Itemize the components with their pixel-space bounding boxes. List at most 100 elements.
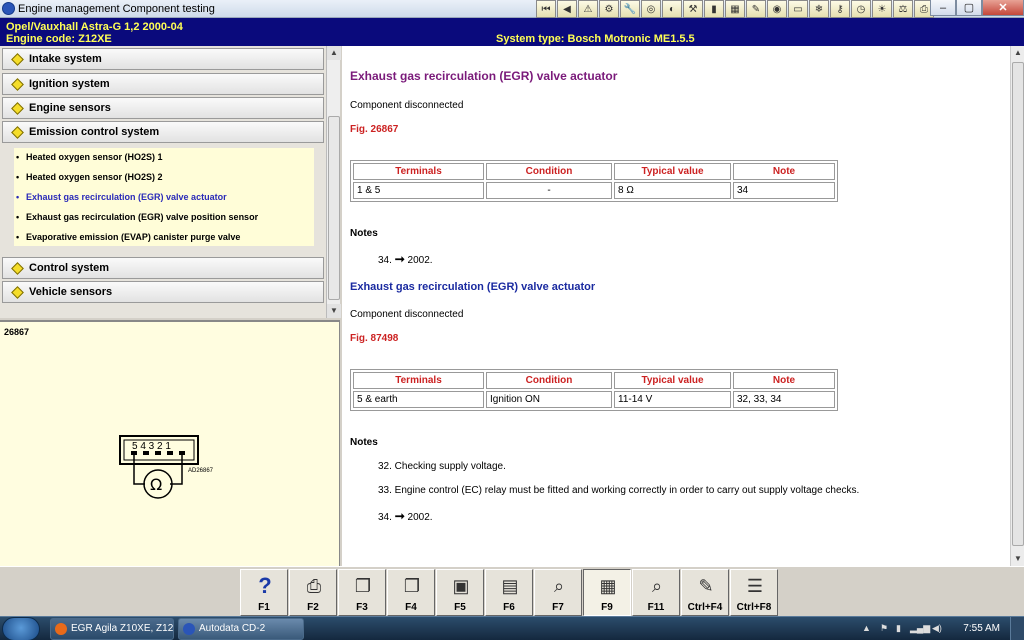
diamond-icon — [11, 78, 24, 91]
engine-icon[interactable]: ⚙ — [599, 0, 619, 18]
arrow-right-icon: ➞ — [394, 252, 405, 266]
vehicle-model: Opel/Vauxhall Astra-G 1,2 2000-04 — [6, 21, 183, 33]
list-item[interactable]: • Heated oxygen sensor (HO2S) 1 — [16, 152, 163, 162]
fkey-label: F1 — [258, 602, 270, 613]
taskbar-item[interactable]: EGR Agila Z10XE, Z12... — [50, 618, 174, 640]
fkey-f2[interactable]: ⎙ F2 — [289, 569, 337, 616]
fkey-ctrl-f8[interactable]: ☰ Ctrl+F8 — [730, 569, 778, 616]
scroll-thumb[interactable] — [328, 116, 340, 300]
warning-icon[interactable]: ⚠ — [578, 0, 598, 18]
gauge-icon[interactable]: ◐ — [662, 0, 682, 18]
system-type: System type: Bosch Motronic ME1.5.5 — [496, 33, 695, 45]
weight-icon[interactable]: ⚖ — [893, 0, 913, 18]
nav-section-ignition[interactable]: Ignition system — [2, 73, 324, 95]
fkey-label: F9 — [601, 602, 613, 613]
fkey-f7[interactable]: ⌕ F7 — [534, 569, 582, 616]
function-keys: ? F1 ⎙ F2 ❐ F3 ❐ F4 ▣ F5 ▤ F6 ⌕ F7 ▦ F9 ⌕ F11 ✎ Ctrl+F4 ☰ Ctr… — [240, 569, 779, 616]
nav-section-control[interactable]: Control system — [2, 257, 324, 279]
scroll-down-icon[interactable]: ▼ — [327, 304, 341, 318]
list-item[interactable]: • Heated oxygen sensor (HO2S) 2 — [16, 172, 163, 182]
table-header-row: Terminals Condition Typical value Note — [353, 372, 835, 389]
content-pane: Exhaust gas recirculation (EGR) valve ac… — [342, 46, 1010, 566]
scroll-thumb[interactable] — [1012, 62, 1024, 546]
values-table: Terminals Condition Typical value Note 5… — [350, 369, 838, 411]
fkey-f4[interactable]: ❐ F4 — [387, 569, 435, 616]
battery-icon[interactable]: ▮ — [704, 0, 724, 18]
clock-icon[interactable]: ◷ — [851, 0, 871, 18]
engine-code: Engine code: Z12XE — [6, 33, 112, 45]
autodata-icon — [183, 623, 195, 635]
diamond-icon — [11, 53, 24, 66]
diamond-icon — [11, 262, 24, 275]
system-tray: ▲ ⚑ ▮ ▂▄▆ ◀) 7:55 AM — [854, 617, 1024, 640]
tool-icon[interactable]: 🔧 — [620, 0, 640, 18]
tech-icon: ▦ — [599, 576, 617, 596]
nav-scrollbar[interactable]: ▲ ▼ — [326, 46, 341, 318]
fkey-f6[interactable]: ▤ F6 — [485, 569, 533, 616]
prev-icon[interactable]: ◀ — [557, 0, 577, 18]
start-button[interactable] — [2, 617, 40, 640]
figure-link[interactable]: Fig. 26867 — [350, 124, 398, 135]
scroll-down-icon[interactable]: ▼ — [1011, 552, 1024, 566]
list-item[interactable]: • Evaporative emission (EVAP) canister pu… — [16, 232, 240, 242]
note-item: 34. ➞ 2002. — [378, 509, 433, 523]
chevron-up-icon[interactable]: ▲ — [862, 623, 871, 633]
fkey-f1[interactable]: ? F1 — [240, 569, 288, 616]
aircon-icon[interactable]: ❄ — [809, 0, 829, 18]
wheel-icon[interactable]: ◎ — [641, 0, 661, 18]
key-icon[interactable]: ⚷ — [830, 0, 850, 18]
clock[interactable]: 7:55 AM — [963, 623, 1000, 634]
car-icon[interactable]: ▭ — [788, 0, 808, 18]
copy2-icon: ❐ — [403, 576, 421, 596]
app-icon — [2, 2, 15, 15]
show-desktop-button[interactable] — [1010, 617, 1024, 640]
flag-icon[interactable]: ⚑ — [880, 623, 888, 634]
component-icon: ▣ — [452, 576, 470, 596]
volume-icon[interactable]: ◀) — [932, 623, 942, 634]
fkey-label: F7 — [552, 602, 564, 613]
minimize-button[interactable]: – — [930, 0, 956, 16]
repair-icon[interactable]: ✎ — [746, 0, 766, 18]
fkey-label: F5 — [454, 602, 466, 613]
figure-link[interactable]: Fig. 87498 — [350, 333, 398, 344]
fkey-ctrl-f4[interactable]: ✎ Ctrl+F4 — [681, 569, 729, 616]
nav-section-emission[interactable]: Emission control system — [2, 121, 324, 143]
jack-icon[interactable]: ⚒ — [683, 0, 703, 18]
list-item-active[interactable]: • Exhaust gas recirculation (EGR) valve a… — [16, 192, 227, 202]
page-title: Exhaust gas recirculation (EGR) valve ac… — [350, 69, 618, 83]
figure-number: 26867 — [4, 327, 30, 337]
diagram-ref: AD26867 — [188, 468, 214, 474]
nav-section-intake[interactable]: Intake system — [2, 48, 324, 70]
fkey-label: F11 — [647, 602, 665, 613]
title-bar: Engine management Component testing ⏮ ◀ ⚠ ⚙… — [0, 0, 1024, 18]
battery-icon[interactable]: ▮ — [896, 623, 901, 634]
nav-section-engine-sensors[interactable]: Engine sensors — [2, 97, 324, 119]
content-scrollbar[interactable]: ▲ ▼ — [1010, 46, 1024, 566]
ohm-symbol: Ω — [150, 475, 162, 494]
connector-diagram: 5 4 3 2 1 AD26867 Ω — [119, 435, 214, 499]
connector-icon: ▤ — [501, 576, 519, 596]
magnify-icon: ⌕ — [553, 576, 565, 596]
fkey-label: F6 — [503, 602, 515, 613]
firefox-icon — [55, 623, 67, 635]
diamond-icon — [11, 102, 24, 115]
fkey-f9[interactable]: ▦ F9 — [583, 569, 631, 616]
scroll-up-icon[interactable]: ▲ — [1011, 46, 1024, 60]
light-icon[interactable]: ☀ — [872, 0, 892, 18]
fkey-f11[interactable]: ⌕ F11 — [632, 569, 680, 616]
signal-icon[interactable]: ▂▄▆ — [910, 623, 930, 634]
close-button[interactable]: ✕ — [982, 0, 1024, 16]
calendar-icon[interactable]: ▦ — [725, 0, 745, 18]
first-icon[interactable]: ⏮ — [536, 0, 556, 18]
taskbar-item-active[interactable]: Autodata CD-2 — [178, 618, 304, 640]
maximize-button[interactable]: ▢ — [956, 0, 982, 16]
airbag-icon[interactable]: ◉ — [767, 0, 787, 18]
nav-section-vehicle-sensors[interactable]: Vehicle sensors — [2, 281, 324, 303]
fkey-f3[interactable]: ❐ F3 — [338, 569, 386, 616]
list-item[interactable]: • Exhaust gas recirculation (EGR) valve p… — [16, 212, 258, 222]
fkey-f5[interactable]: ▣ F5 — [436, 569, 484, 616]
window-title: Engine management Component testing — [18, 3, 215, 15]
note-item: 33. Engine control (EC) relay must be fi… — [378, 485, 860, 496]
toolbar: ⏮ ◀ ⚠ ⚙ 🔧 ◎ ◐ ⚒ ▮ ▦ ✎ ◉ ▭ ❄ ⚷ ◷ ☀ ⚖ ⎙ — [536, 0, 935, 18]
scroll-up-icon[interactable]: ▲ — [327, 46, 341, 60]
